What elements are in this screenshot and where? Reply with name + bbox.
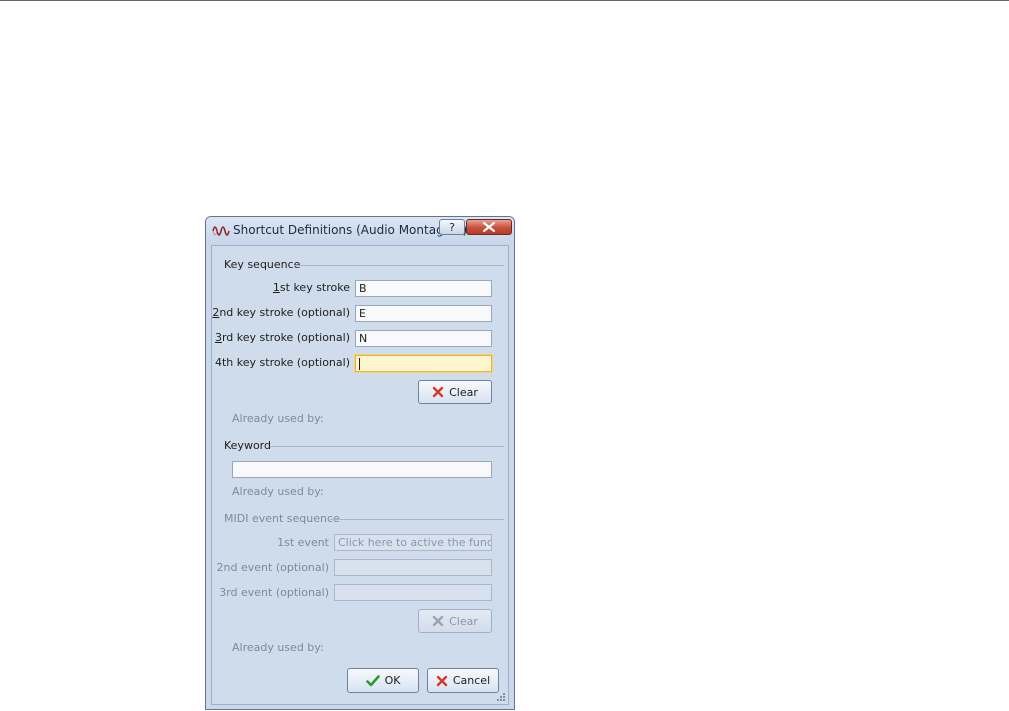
stroke-4-input[interactable] [355,355,492,372]
close-button[interactable] [466,219,512,235]
red-x-icon [436,675,448,686]
cancel-label: Cancel [452,674,491,687]
key-clear-button[interactable]: Clear [418,380,492,404]
stroke-1-label: 1st key stroke [272,281,350,294]
dialog-client-area: Key sequence 1st key stroke B 2nd key st… [211,245,509,705]
text-caret [359,358,360,370]
midi-divider [330,519,504,520]
checkmark-icon [365,674,380,686]
stroke-2-label: 2nd key stroke (optional) [212,306,350,319]
help-icon: ? [449,221,455,234]
midi-group-title: MIDI event sequence [224,512,340,525]
help-button[interactable]: ? [439,219,465,235]
ok-button[interactable]: OK [347,668,419,693]
midi-event-2-label: 2nd event (optional) [216,561,329,574]
keyword-input[interactable] [232,461,492,478]
midi-clear-label: Clear [449,614,478,628]
waveform-icon [212,226,230,236]
midi-event-3-input[interactable] [334,584,492,601]
dialog-title: Shortcut Definitions (Audio Montage...) [233,223,468,237]
key-sequence-divider [294,265,504,266]
midi-event-1-label: 1st event [277,536,329,549]
key-clear-label: Clear [449,385,478,399]
resize-grip-icon[interactable] [496,692,506,702]
keyword-already-used: Already used by: [232,485,324,498]
midi-already-used: Already used by: [232,641,324,654]
shortcut-definitions-dialog: Shortcut Definitions (Audio Montage...) … [205,216,515,710]
midi-event-1-input[interactable]: Click here to active the functio... [334,534,492,551]
top-border-line [0,0,1009,1]
stroke-3-input[interactable]: N [355,330,492,347]
dialog-titlebar[interactable]: Shortcut Definitions (Audio Montage...) … [206,217,514,245]
keyword-group-title: Keyword [224,439,271,452]
key-already-used: Already used by: [232,412,324,425]
stroke-3-label: 3rd key stroke (optional) [214,331,350,344]
svg-text:?: ? [449,221,455,234]
gray-x-icon [432,615,444,627]
ok-label: OK [384,674,401,687]
stroke-4-label: 4th key stroke (optional) [215,356,350,369]
key-sequence-group-title: Key sequence [224,258,301,271]
stroke-1-input[interactable]: B [355,280,492,297]
midi-clear-button[interactable]: Clear [418,609,492,633]
midi-event-3-label: 3rd event (optional) [219,586,329,599]
keyword-divider [270,446,504,447]
red-x-icon [432,386,444,398]
midi-event-2-input[interactable] [334,559,492,576]
stroke-2-input[interactable]: E [355,305,492,322]
cancel-button[interactable]: Cancel [427,668,499,693]
close-icon [482,221,496,233]
